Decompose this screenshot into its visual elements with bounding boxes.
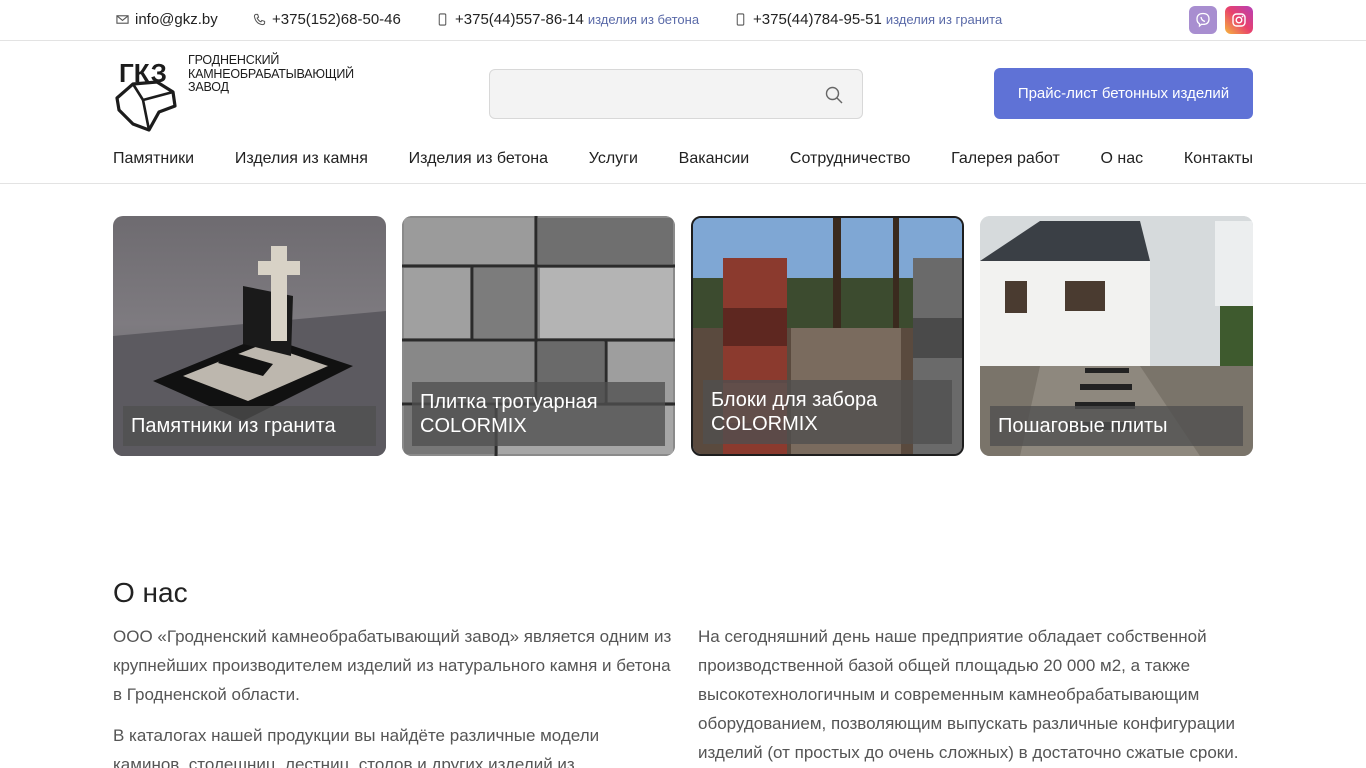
viber-icon [1196, 12, 1210, 28]
phone2-link[interactable]: +375(44)557-86-14 изделия из бетона [436, 11, 699, 28]
about-right-column: На сегодняшний день наше предприятие обл… [698, 622, 1258, 768]
email-link[interactable]: info@gkz.by [116, 11, 218, 28]
nav-item-cooperation[interactable]: Сотрудничество [790, 150, 911, 172]
mail-icon [116, 15, 129, 24]
email-text: info@gkz.by [135, 11, 218, 28]
logo-line3: завод [188, 80, 229, 94]
nav-divider [0, 183, 1366, 184]
mobile-icon [736, 13, 745, 26]
about-paragraph: В каталогах нашей продукции вы найдёте р… [113, 726, 600, 768]
search-box [489, 69, 863, 119]
viber-button[interactable] [1189, 6, 1217, 34]
logo-line1: Гродненский [188, 53, 280, 67]
nav-item-gallery[interactable]: Галерея работ [951, 150, 1060, 172]
category-card-monuments[interactable]: Памятники из гранита [113, 216, 386, 456]
category-card-paving-tiles[interactable]: Плитка тротуарная COLORMIX [402, 216, 675, 456]
card-caption: Блоки для забора COLORMIX [703, 380, 952, 444]
instagram-button[interactable] [1225, 6, 1253, 34]
category-card-stepping-slabs[interactable]: Пошаговые плиты [980, 216, 1253, 456]
nav-item-concrete-products[interactable]: Изделия из бетона [409, 150, 548, 172]
top-bar: info@gkz.by +375(152)68-50-46 +375(44)55… [0, 0, 1366, 41]
card-caption: Памятники из гранита [123, 406, 376, 446]
about-title: О нас [113, 577, 188, 608]
nav-item-stone-products[interactable]: Изделия из камня [235, 150, 368, 172]
about-left-column: ООО «Гродненский камнеобрабатывающий зав… [113, 622, 673, 768]
phone1-text: +375(152)68-50-46 [272, 11, 401, 28]
card-caption: Плитка тротуарная COLORMIX [412, 382, 665, 446]
search-icon[interactable] [824, 85, 844, 105]
search-input[interactable] [490, 70, 810, 118]
nav-item-vacancies[interactable]: Вакансии [679, 150, 750, 172]
nav-item-monuments[interactable]: Памятники [113, 150, 194, 172]
about-paragraph: ООО «Гродненский камнеобрабатывающий зав… [113, 627, 672, 704]
nav-item-contacts[interactable]: Контакты [1184, 150, 1253, 172]
card-caption: Пошаговые плиты [990, 406, 1243, 446]
logo-line2: камнеобрабатывающий [188, 66, 354, 81]
category-card-fence-blocks[interactable]: Блоки для забора COLORMIX [691, 216, 964, 456]
phone3-note: изделия из гранита [885, 12, 1003, 27]
instagram-icon [1232, 13, 1246, 27]
phone2-note: изделия из бетона [587, 12, 700, 27]
main-nav: Памятники Изделия из камня Изделия из бе… [113, 150, 1253, 172]
about-paragraph: На сегодняшний день наше предприятие обл… [698, 627, 1239, 762]
mobile-icon [438, 13, 447, 26]
phone3-link[interactable]: +375(44)784-95-51 изделия из гранита [734, 11, 1002, 28]
logo-text: Гродненский камнеобрабатывающий завод [188, 53, 354, 95]
phone3-text: +375(44)784-95-51 [753, 11, 882, 28]
phone-icon [253, 13, 266, 26]
phone1-link[interactable]: +375(152)68-50-46 [253, 11, 401, 28]
site-logo[interactable]: ГКЗ Гродненский камнеобрабатывающий заво… [113, 53, 363, 134]
logo-mark-icon: ГКЗ [115, 58, 177, 132]
nav-item-services[interactable]: Услуги [589, 150, 638, 172]
phone2-text: +375(44)557-86-14 [455, 11, 584, 28]
nav-item-about[interactable]: О нас [1101, 150, 1144, 172]
price-list-button[interactable]: Прайс-лист бетонных изделий [994, 68, 1253, 119]
